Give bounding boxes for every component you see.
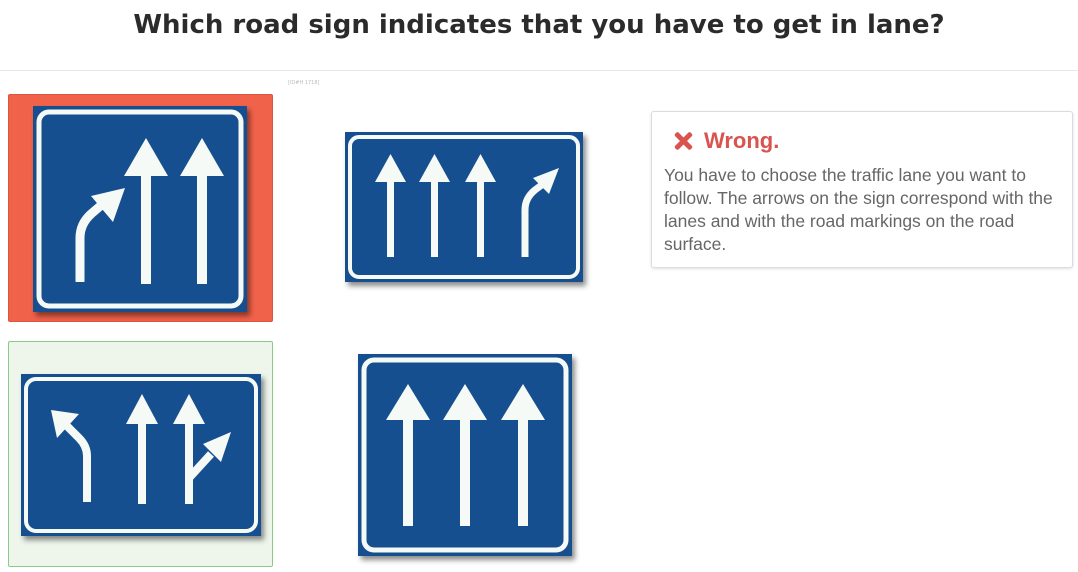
lane-sign-graphic-2 (348, 135, 580, 279)
lane-sign-graphic-3 (24, 377, 258, 533)
road-sign-image-2 (345, 132, 583, 282)
road-sign-image-1 (33, 106, 247, 312)
question-title: Which road sign indicates that you have … (133, 10, 945, 40)
road-sign-image-4 (358, 354, 572, 556)
feedback-title: Wrong. (704, 128, 780, 153)
answer-option-4[interactable] (352, 348, 578, 562)
wrong-x-icon (672, 130, 694, 152)
feedback-explanation: You have to choose the traffic lane you … (664, 165, 1053, 254)
header-divider (0, 70, 1078, 71)
lane-sign-graphic-4 (361, 357, 569, 553)
lane-sign-graphic-1 (36, 109, 244, 309)
answer-option-3[interactable] (8, 341, 273, 567)
question-id-tag: [ID#H 1718] (288, 80, 320, 86)
road-sign-image-3 (21, 374, 261, 536)
answer-option-1[interactable] (8, 94, 273, 322)
answer-option-2[interactable] (338, 126, 590, 286)
feedback-panel: Wrong. You have to choose the traffic la… (651, 111, 1073, 268)
feedback-header: Wrong. (664, 126, 1060, 156)
